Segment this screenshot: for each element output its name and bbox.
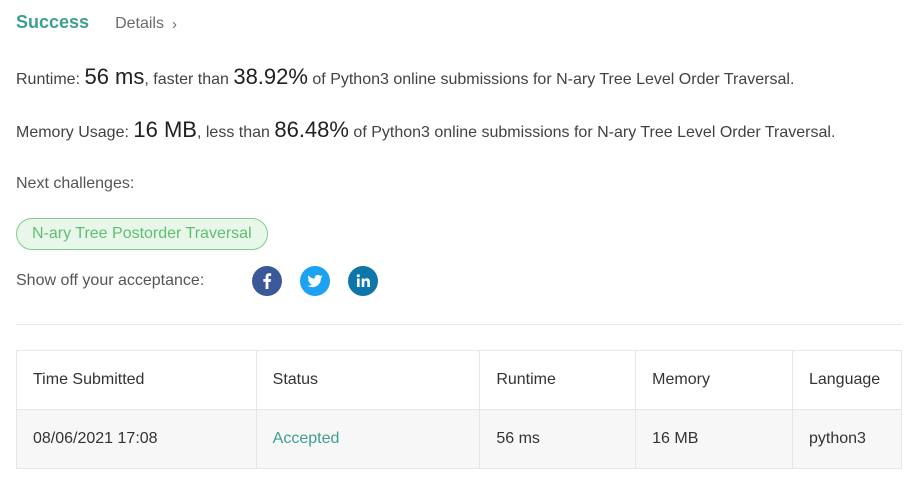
share-label: Show off your acceptance: [16, 272, 205, 289]
cell-language: python3 [791, 409, 903, 469]
column-header-status[interactable]: Status [255, 350, 481, 410]
table-header-row: Time Submitted Status Runtime Memory Lan… [16, 350, 903, 410]
twitter-icon[interactable] [300, 266, 330, 296]
next-challenge-link[interactable]: N-ary Tree Postorder Traversal [16, 218, 268, 250]
submission-result-page: Success Details › Runtime: 56 ms, faster… [0, 0, 915, 489]
share-row: Show off your acceptance: [16, 265, 396, 297]
linkedin-icon[interactable] [348, 266, 378, 296]
column-header-time-submitted[interactable]: Time Submitted [16, 350, 257, 410]
runtime-summary: Runtime: 56 ms, faster than 38.92% of Py… [16, 64, 794, 90]
cell-time-submitted: 08/06/2021 17:08 [16, 409, 257, 469]
table-row: 08/06/2021 17:08 Accepted 56 ms 16 MB py… [16, 409, 903, 469]
memory-suffix: of Python3 online submissions for N-ary … [348, 124, 836, 141]
facebook-icon[interactable] [252, 266, 282, 296]
submissions-table: Time Submitted Status Runtime Memory Lan… [16, 350, 903, 469]
runtime-percentile: 38.92% [233, 64, 308, 89]
column-header-memory[interactable]: Memory [635, 350, 793, 410]
cell-runtime: 56 ms [479, 409, 637, 469]
details-label: Details [115, 15, 164, 32]
column-header-runtime[interactable]: Runtime [479, 350, 637, 410]
memory-value: 16 MB [133, 117, 197, 142]
memory-percentile: 86.48% [274, 117, 349, 142]
column-header-language[interactable]: Language [791, 350, 903, 410]
runtime-mid-text: , faster than [144, 71, 234, 88]
next-challenges-label: Next challenges: [16, 175, 135, 192]
result-header: Success Details › [16, 12, 177, 36]
runtime-label: Runtime: [16, 71, 85, 88]
memory-summary: Memory Usage: 16 MB, less than 86.48% of… [16, 117, 835, 143]
runtime-value: 56 ms [84, 64, 145, 89]
chevron-right-icon: › [171, 15, 177, 33]
runtime-suffix: of Python3 online submissions for N-ary … [307, 71, 795, 88]
cell-status-accepted-link[interactable]: Accepted [255, 409, 481, 469]
cell-memory: 16 MB [635, 409, 793, 469]
section-divider [16, 324, 902, 325]
details-link[interactable]: Details › [115, 15, 177, 33]
memory-mid-text: , less than [196, 124, 275, 141]
memory-label: Memory Usage: [16, 124, 134, 141]
status-title: Success [16, 12, 90, 32]
